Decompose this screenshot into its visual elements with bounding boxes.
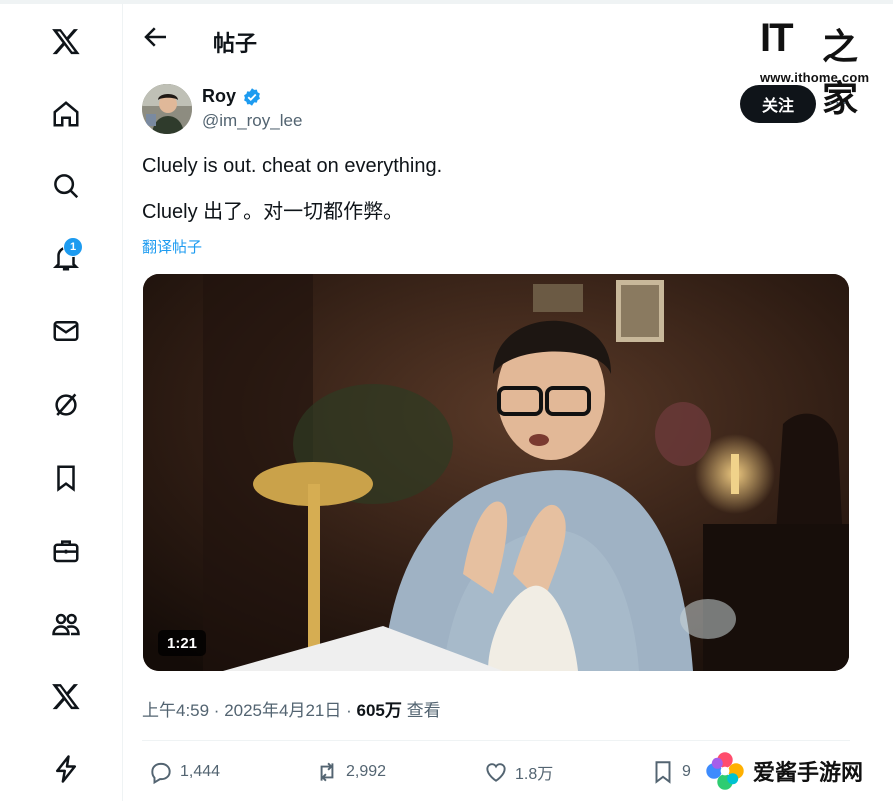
ithome-logo: IT <box>760 16 794 60</box>
premium-x-icon[interactable] <box>43 673 89 719</box>
verified-orgs-bolt-icon[interactable] <box>43 746 89 792</box>
video-player[interactable] <box>143 274 849 671</box>
post-text-cn: Cluely 出了。对一切都作弊。 <box>142 201 404 223</box>
bookmarks-icon[interactable] <box>43 455 89 501</box>
video-duration-badge: 1:21 <box>158 630 207 656</box>
reply-icon <box>151 762 171 785</box>
post-timestamp[interactable]: 上午4:59 · 2025年4月21日 · <box>142 701 356 720</box>
back-arrow-icon[interactable] <box>141 22 171 52</box>
bookmark-button[interactable]: 9 <box>650 759 691 785</box>
notification-badge: 1 <box>63 237 83 257</box>
sidebar: 1 <box>0 4 123 801</box>
site-watermark: 爱酱手游网 <box>703 742 891 800</box>
notifications-bell-icon[interactable]: 1 <box>43 235 89 281</box>
author-name[interactable]: Roy <box>202 86 236 107</box>
repost-button[interactable]: 2,992 <box>314 759 386 785</box>
reply-count: 1,444 <box>180 763 221 780</box>
home-icon[interactable] <box>43 91 89 137</box>
bookmark-count: 9 <box>682 763 691 780</box>
divider <box>142 740 850 741</box>
communities-icon[interactable] <box>43 601 89 647</box>
heart-icon <box>486 763 506 782</box>
author-handle[interactable]: @im_roy_lee <box>202 111 302 131</box>
page-title: 帖子 <box>213 31 258 56</box>
ithome-watermark: IT 之家 www.ithome.com <box>760 14 885 120</box>
post-meta: 上午4:59 · 2025年4月21日 · 605万 查看 <box>142 696 441 721</box>
video-frame <box>143 274 849 671</box>
views-label: 查看 <box>401 701 441 720</box>
bookmark-icon <box>655 761 671 784</box>
like-button[interactable]: 1.8万 <box>483 759 553 785</box>
verified-badge-icon <box>242 87 262 107</box>
repost-icon <box>320 762 334 782</box>
translate-post-link[interactable]: 翻译帖子 <box>142 236 202 257</box>
jobs-briefcase-icon[interactable] <box>43 528 89 574</box>
site-watermark-text: 爱酱手游网 <box>753 761 864 786</box>
grok-icon[interactable] <box>43 382 89 428</box>
repost-count: 2,992 <box>346 763 387 780</box>
more-options-icon[interactable]: ··· <box>826 92 850 116</box>
ithome-url: www.ithome.com <box>760 70 870 85</box>
reply-button[interactable]: 1,444 <box>148 759 220 785</box>
x-logo-icon[interactable] <box>43 18 89 64</box>
pinwheel-logo-icon <box>706 752 744 790</box>
author-name-row[interactable]: Roy <box>202 86 262 107</box>
messages-envelope-icon[interactable] <box>43 308 89 354</box>
follow-button[interactable]: 关注 <box>740 85 816 123</box>
like-count: 1.8万 <box>515 766 554 783</box>
search-icon[interactable] <box>43 163 89 209</box>
view-count: 605万 <box>356 701 402 720</box>
avatar[interactable] <box>142 84 192 134</box>
post-text-en: Cluely is out. cheat on everything. <box>142 155 443 177</box>
